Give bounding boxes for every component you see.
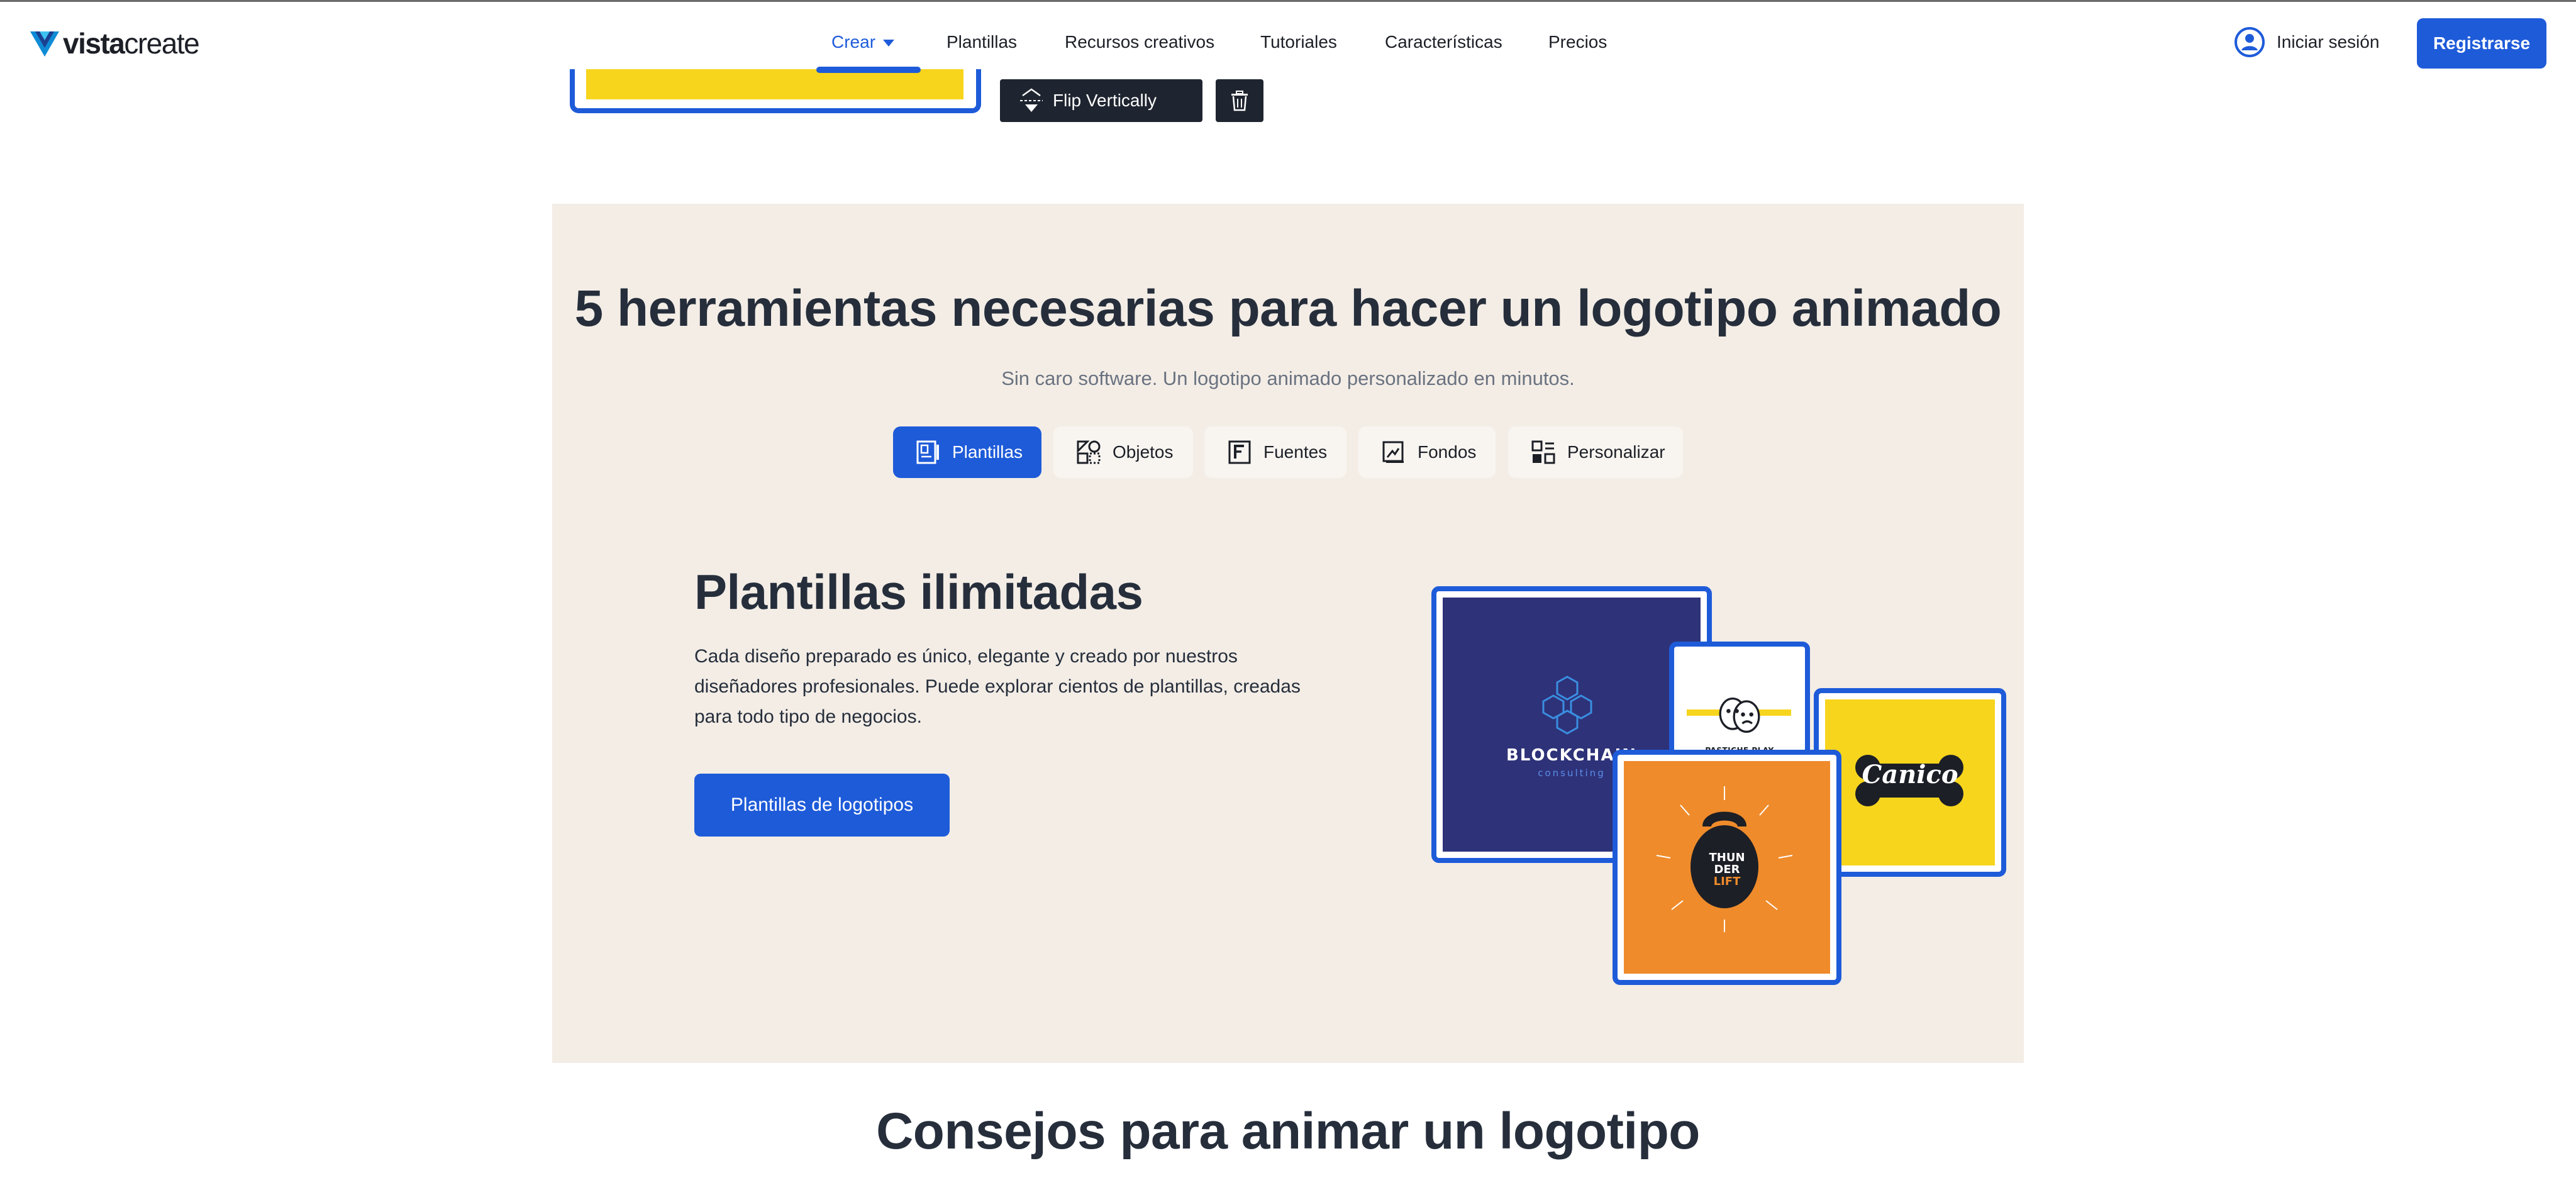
tools-section: 5 herramientas necesarias para hacer un … bbox=[552, 204, 2024, 1063]
flip-vertical-icon bbox=[1020, 88, 1043, 112]
tips-section-title: Consejos para animar un logotipo bbox=[876, 1103, 1700, 1160]
fitness-line-3: LIFT bbox=[1713, 875, 1741, 888]
preview-selection-mark bbox=[816, 67, 921, 73]
canico-brand-name: Canico bbox=[1862, 760, 1958, 789]
user-icon bbox=[2235, 27, 2265, 57]
register-button[interactable]: Registrarse bbox=[2417, 18, 2546, 69]
editor-preview-card bbox=[570, 67, 981, 113]
menu-item-precios[interactable]: Precios bbox=[1548, 32, 1607, 52]
tools-section-title: 5 herramientas necesarias para hacer un … bbox=[574, 280, 2002, 337]
login-label: Iniciar sesión bbox=[2277, 32, 2380, 52]
login-link[interactable]: Iniciar sesión bbox=[2234, 26, 2379, 58]
tools-tabs: Plantillas Objetos Fuentes Fondos Person… bbox=[552, 426, 2024, 479]
customize-icon bbox=[1531, 440, 1555, 464]
top-navigation: vistacreate Crear Plantillas Recursos cr… bbox=[0, 2, 2576, 81]
theater-masks-icon bbox=[1719, 697, 1760, 733]
feature-title: Plantillas ilimitadas bbox=[694, 564, 1143, 620]
delete-button[interactable] bbox=[1216, 79, 1263, 122]
menu-item-plantillas[interactable]: Plantillas bbox=[947, 32, 1017, 52]
templates-icon bbox=[916, 440, 939, 464]
menu-item-recursos-creativos[interactable]: Recursos creativos bbox=[1065, 32, 1214, 52]
menu-item-caracteristicas[interactable]: Características bbox=[1385, 32, 1502, 52]
trash-icon bbox=[1231, 91, 1248, 111]
tools-section-subtitle: Sin caro software. Un logotipo animado p… bbox=[1001, 367, 1575, 389]
tab-objetos[interactable]: Objetos bbox=[1053, 426, 1193, 478]
canico-logo-artwork: Canico bbox=[1825, 699, 1995, 865]
template-card-canico[interactable]: Canico bbox=[1814, 688, 2006, 877]
fitness-brand-name: THUN DER LIFT bbox=[1624, 852, 1830, 887]
flip-vertically-label: Flip Vertically bbox=[1053, 91, 1157, 110]
menu-item-label: Crear bbox=[831, 32, 876, 52]
tab-label: Fuentes bbox=[1263, 442, 1328, 462]
fitness-line-1: THUN bbox=[1709, 851, 1745, 864]
tab-label: Personalizar bbox=[1567, 442, 1665, 462]
fitness-logo-artwork: THUN DER LIFT bbox=[1624, 761, 1830, 974]
objects-icon bbox=[1077, 440, 1101, 464]
caret-down-icon bbox=[883, 40, 895, 47]
backgrounds-icon bbox=[1382, 441, 1404, 463]
tab-label: Fondos bbox=[1418, 442, 1477, 462]
main-menu: Crear Plantillas Recursos creativos Tuto… bbox=[0, 32, 2576, 57]
logo-templates-button[interactable]: Plantillas de logotipos bbox=[694, 774, 950, 837]
tab-personalizar[interactable]: Personalizar bbox=[1508, 426, 1683, 478]
tab-fondos[interactable]: Fondos bbox=[1358, 426, 1496, 478]
flip-vertically-button[interactable]: Flip Vertically bbox=[1000, 79, 1202, 122]
fitness-line-2: DER bbox=[1714, 863, 1740, 876]
feature-description: Cada diseño preparado es único, elegante… bbox=[694, 646, 1301, 727]
preview-yellow-strip bbox=[586, 69, 963, 99]
template-card-fitness[interactable]: THUN DER LIFT bbox=[1613, 750, 1841, 985]
cubes-icon bbox=[1542, 676, 1592, 735]
tab-fuentes[interactable]: Fuentes bbox=[1204, 426, 1346, 478]
fonts-icon bbox=[1228, 440, 1251, 464]
tab-label: Plantillas bbox=[952, 442, 1023, 462]
tab-plantillas[interactable]: Plantillas bbox=[893, 426, 1041, 478]
tab-label: Objetos bbox=[1113, 442, 1174, 462]
menu-item-crear[interactable]: Crear bbox=[831, 32, 895, 52]
menu-item-tutoriales[interactable]: Tutoriales bbox=[1260, 32, 1337, 52]
